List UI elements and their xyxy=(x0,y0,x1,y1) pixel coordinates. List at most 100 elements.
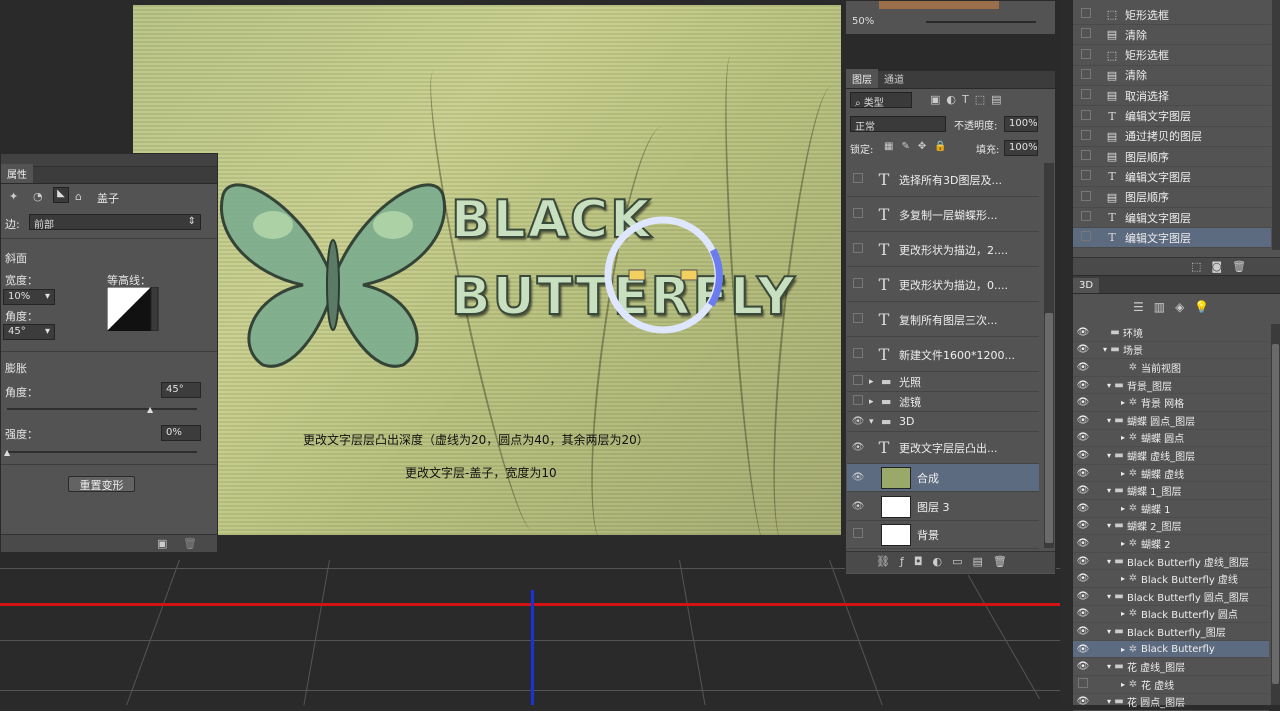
layer-group-row[interactable]: ▸ ▬ 光照 xyxy=(847,372,1039,392)
eye-icon[interactable]: 👁 xyxy=(1073,344,1093,355)
width-input[interactable]: 10% ▾ xyxy=(3,289,55,305)
lock-icons[interactable]: ▦✎✥🔒 xyxy=(884,141,955,152)
history-item[interactable]: ▤ 清除 xyxy=(1073,25,1271,46)
chevron-down-icon[interactable]: ▾ xyxy=(869,417,881,427)
tab-layers[interactable]: 图层 xyxy=(846,69,878,88)
expand-arrow[interactable]: ▾ xyxy=(1093,416,1111,425)
history-item[interactable]: ▤ 取消选择 xyxy=(1073,86,1271,107)
expand-arrow[interactable]: ▾ xyxy=(1093,451,1111,460)
scene-tree-item[interactable]: 👁 ▸ ✲ Black Butterfly 圆点 xyxy=(1073,606,1269,624)
history-item[interactable]: ▤ 图层顺序 xyxy=(1073,147,1271,168)
visibility-toggle[interactable] xyxy=(847,375,869,388)
eye-icon[interactable]: 👁 xyxy=(847,442,869,453)
history-item[interactable]: T 编辑文字图层 xyxy=(1073,107,1271,127)
checkbox[interactable] xyxy=(1073,28,1099,41)
scene-tree-item[interactable]: 👁 ▸ ✲ 背景 网格 xyxy=(1073,394,1269,412)
scene-tree-item[interactable]: 👁 ▾ ▬ Black Butterfly 圆点_图层 xyxy=(1073,588,1269,606)
visibility-toggle[interactable] xyxy=(847,278,869,291)
scene-tree-item[interactable]: ▸ ✲ 花 虚线 xyxy=(1073,676,1269,694)
scene-tree-item[interactable]: 👁 ▾ ▬ Black Butterfly_图层 xyxy=(1073,623,1269,641)
visibility-toggle[interactable] xyxy=(847,348,869,361)
scene-tree-item[interactable]: 👁 ▸ ✲ 蝴蝶 1 xyxy=(1073,500,1269,518)
angle-input[interactable]: 45° ▾ xyxy=(3,324,55,340)
scene-tree-item[interactable]: 👁 ▾ ▬ 花 虚线_图层 xyxy=(1073,658,1269,676)
scene-tree-item[interactable]: 👁 ▾ ▬ 场景 xyxy=(1073,342,1269,360)
checkbox[interactable] xyxy=(1073,190,1099,204)
checkbox[interactable] xyxy=(1073,211,1099,224)
scene-tree-item[interactable]: 👁 ▸ ✲ 蝴蝶 2 xyxy=(1073,535,1269,553)
history-item[interactable]: ⬚ 矩形选框 xyxy=(1073,5,1271,25)
reset-deform-button[interactable]: 重置变形 xyxy=(68,476,135,492)
eye-icon[interactable]: 👁 xyxy=(847,472,869,483)
scene-tree-item[interactable]: 👁 ▾ ▬ 蝴蝶 1_图层 xyxy=(1073,482,1269,500)
chevron-right-icon[interactable]: ▸ xyxy=(869,397,881,407)
eye-icon[interactable]: 👁 xyxy=(1073,468,1093,479)
layer-row[interactable]: 背景 xyxy=(847,521,1039,549)
scene-tree-item[interactable]: 👁 ✲ 当前视图 xyxy=(1073,359,1269,377)
expand-arrow[interactable]: ▾ xyxy=(1093,557,1111,566)
eye-icon[interactable]: 👁 xyxy=(1073,362,1093,373)
render-icon[interactable]: ▣ xyxy=(157,537,167,550)
layer-row[interactable]: T 多复制一层蝴蝶形... xyxy=(847,198,1039,232)
strength-slider[interactable] xyxy=(7,451,197,453)
filter-icons[interactable]: ▣◐T⬚▤ xyxy=(930,93,1008,106)
scrollbar[interactable] xyxy=(1272,0,1280,250)
checkbox[interactable] xyxy=(1073,89,1099,102)
layer-group-row[interactable]: 👁 ▾ ▬ 3D xyxy=(847,412,1039,432)
history-item[interactable]: T 编辑文字图层 xyxy=(1073,167,1271,188)
scene-tree-item[interactable]: 👁 ▾ ▬ 蝴蝶 虚线_图层 xyxy=(1073,447,1269,465)
layer-row[interactable]: 👁 图层 3 xyxy=(847,493,1039,521)
butterfly-3d-object[interactable] xyxy=(213,165,453,375)
scene-tree-item[interactable]: 👁 ▸ ✲ Black Butterfly 虚线 xyxy=(1073,570,1269,588)
scrollbar[interactable] xyxy=(1271,324,1280,705)
scrollbar[interactable] xyxy=(1044,163,1054,548)
contour-picker[interactable] xyxy=(107,287,159,331)
expand-arrow[interactable]: ▸ xyxy=(1093,609,1125,618)
visibility-toggle[interactable] xyxy=(847,208,869,221)
mesh-icon[interactable]: ✦ xyxy=(9,190,18,203)
3d-filter-icons[interactable]: ☰▥◈💡 xyxy=(1133,300,1219,314)
history-item[interactable]: ⬚ 矩形选框 xyxy=(1073,46,1271,66)
opacity-input[interactable]: 100% xyxy=(1004,116,1038,132)
scene-tree-item[interactable]: 👁 ▾ ▬ 背景_图层 xyxy=(1073,377,1269,395)
cap-icon[interactable]: ◣ xyxy=(53,187,69,203)
checkbox[interactable] xyxy=(1073,170,1099,183)
filter-select[interactable]: ⌕ 类型 xyxy=(850,92,912,109)
eye-icon[interactable]: 👁 xyxy=(1073,520,1093,531)
checkbox[interactable] xyxy=(1073,48,1099,62)
inflate-angle-slider[interactable] xyxy=(7,408,197,410)
eye-icon[interactable]: 👁 xyxy=(1073,644,1093,655)
expand-arrow[interactable]: ▾ xyxy=(1093,697,1111,706)
eye-icon[interactable]: 👁 xyxy=(847,501,869,512)
expand-arrow[interactable]: ▸ xyxy=(1093,574,1125,583)
scrollbar-thumb[interactable] xyxy=(1272,344,1279,684)
side-select[interactable]: 前部 ⇕ xyxy=(29,214,201,231)
deform-icon[interactable]: ◔ xyxy=(33,190,43,203)
checkbox[interactable] xyxy=(1073,8,1099,21)
eye-icon[interactable]: 👁 xyxy=(1073,591,1093,602)
expand-arrow[interactable]: ▸ xyxy=(1093,398,1125,407)
visibility-toggle[interactable] xyxy=(847,395,869,408)
eye-icon[interactable]: 👁 xyxy=(1073,573,1093,584)
fill-input[interactable]: 100% xyxy=(1004,140,1038,156)
scene-tree-item[interactable]: 👁 ▸ ✲ 蝴蝶 虚线 xyxy=(1073,465,1269,483)
expand-arrow[interactable]: ▾ xyxy=(1093,381,1111,390)
history-item[interactable]: T 编辑文字图层 xyxy=(1073,208,1271,228)
expand-arrow[interactable]: ▾ xyxy=(1093,627,1111,636)
expand-arrow[interactable]: ▾ xyxy=(1093,662,1111,671)
expand-arrow[interactable]: ▸ xyxy=(1093,539,1125,548)
expand-arrow[interactable]: ▸ xyxy=(1093,680,1125,689)
history-footer-icons[interactable]: ⬚◙🗑 xyxy=(1073,257,1280,275)
eye-icon[interactable]: 👁 xyxy=(1073,380,1093,391)
strength-input[interactable]: 0% xyxy=(161,425,201,441)
history-item[interactable]: ▤ 通过拷贝的图层 xyxy=(1073,127,1271,147)
inflate-angle-input[interactable]: 45° xyxy=(161,382,201,398)
expand-arrow[interactable]: ▾ xyxy=(1093,521,1111,530)
eye-icon[interactable]: 👁 xyxy=(1073,661,1093,672)
tab-3d[interactable]: 3D xyxy=(1073,278,1100,293)
scene-tree-item[interactable]: 👁 ▾ ▬ Black Butterfly 虚线_图层 xyxy=(1073,553,1269,571)
layers-footer-icons[interactable]: ⛓ƒ◘◐▭▤🗑 xyxy=(846,551,1055,573)
checkbox[interactable] xyxy=(1073,109,1099,123)
eye-icon[interactable]: 👁 xyxy=(1073,415,1093,426)
tab-properties[interactable]: 属性 xyxy=(1,164,33,183)
